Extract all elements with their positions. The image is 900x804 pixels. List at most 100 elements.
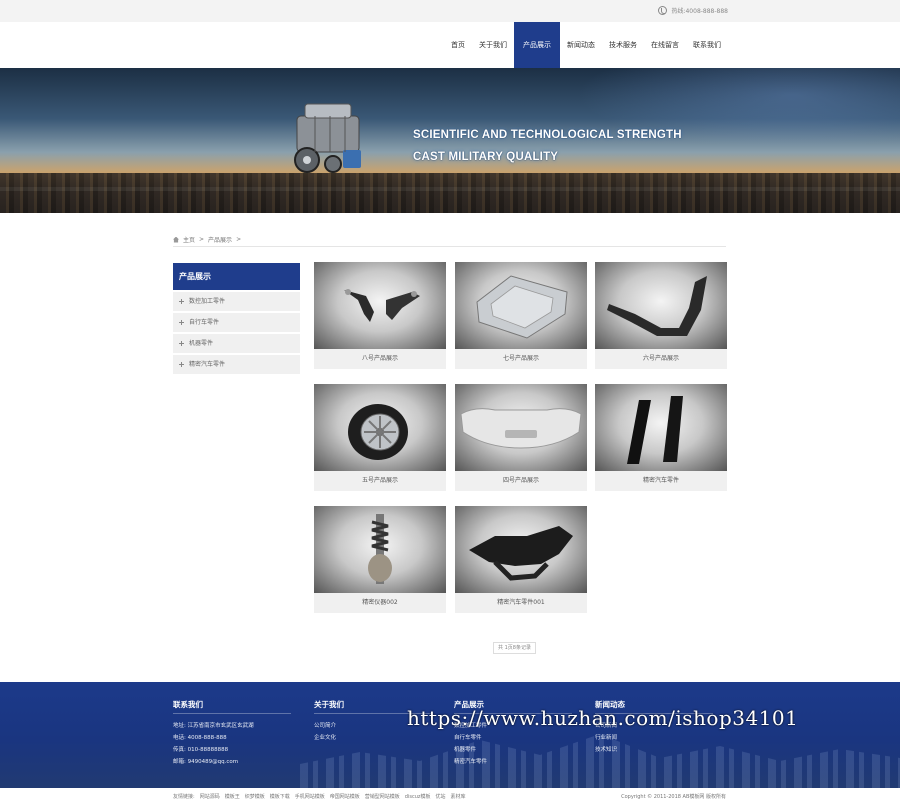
footer-contact: 联系我们 地址: 江苏省南京市玄武区玄武湖 电话: 4008-888-888 传… xyxy=(173,699,291,768)
bracket-rail-icon xyxy=(607,276,707,336)
breadcrumb-home[interactable]: 主页 xyxy=(183,235,195,244)
wheel-icon xyxy=(348,404,408,460)
subframe-icon xyxy=(469,526,573,581)
footer-link[interactable]: 行业新闻 xyxy=(595,732,713,744)
pagination-summary: 共 1页8条记录 xyxy=(493,642,536,654)
sidebar-item-machine-parts[interactable]: 机器零件 xyxy=(173,334,300,353)
product-name[interactable]: 五号产品展示 xyxy=(314,471,446,491)
product-name[interactable]: 六号产品展示 xyxy=(595,349,727,369)
sidebar-title: 产品展示 xyxy=(173,263,300,290)
banner-line-2: CAST MILITARY QUALITY xyxy=(413,151,559,163)
plus-icon xyxy=(179,341,184,346)
footer-fax: 传真: 010-88888888 xyxy=(173,747,229,753)
friend-link[interactable]: 织梦模板 xyxy=(245,793,265,800)
pillar-trim-icon xyxy=(627,396,683,464)
friend-link[interactable]: 优站 xyxy=(436,793,446,800)
sidebar-item-label: 精密汽车零件 xyxy=(189,361,226,368)
footer-link[interactable]: 精密汽车零件 xyxy=(454,756,572,768)
product-image[interactable] xyxy=(455,506,587,593)
friend-links: 友情链接: 网站源码 模板王 织梦模板 模板下载 手机网站模板 帝国网站模板 营… xyxy=(173,793,466,800)
friend-link[interactable]: 模板下载 xyxy=(270,793,290,800)
footer-link[interactable]: 自行车零件 xyxy=(454,732,572,744)
product-image[interactable] xyxy=(314,384,446,471)
product-name[interactable]: 八号产品展示 xyxy=(314,349,446,369)
sidebar-item-label: 机器零件 xyxy=(189,340,214,347)
hotline-text: 热线:4008-888-888 xyxy=(671,8,728,15)
footer-link[interactable]: 企业文化 xyxy=(314,732,432,744)
phone-icon xyxy=(658,6,668,15)
breadcrumb-separator: > xyxy=(199,236,205,243)
breadcrumb-current[interactable]: 产品展示 xyxy=(208,235,232,244)
body-panel-icon xyxy=(476,275,568,339)
nav-contact[interactable]: 联系我们 xyxy=(686,22,728,68)
shock-absorber-icon xyxy=(368,514,392,584)
product-card[interactable]: 六号产品展示 xyxy=(595,262,727,369)
product-card[interactable]: 精密汽车零件 xyxy=(595,384,727,491)
product-image[interactable] xyxy=(595,262,727,349)
product-card[interactable]: 七号产品展示 xyxy=(455,262,587,369)
product-image[interactable] xyxy=(314,506,446,593)
banner-line-1: SCIENTIFIC AND TECHNOLOGICAL STRENGTH xyxy=(413,129,682,141)
footer: 联系我们 地址: 江苏省南京市玄武区玄武湖 电话: 4008-888-888 传… xyxy=(0,682,900,788)
sidebar-item-label: 自行车零件 xyxy=(189,319,220,326)
product-image[interactable] xyxy=(595,384,727,471)
product-name[interactable]: 精密汽车零件 xyxy=(595,471,727,491)
copyright: Copyright © 2011-2018 AB模板网 版权所有 xyxy=(621,794,726,800)
suspension-arm-icon xyxy=(344,289,420,322)
plus-icon xyxy=(179,320,184,325)
nav-news[interactable]: 新闻动态 xyxy=(560,22,602,68)
friend-link[interactable]: 网站源码 xyxy=(200,793,220,800)
product-card[interactable]: 四号产品展示 xyxy=(455,384,587,491)
footer-link[interactable]: 机器零件 xyxy=(454,744,572,756)
engine-icon xyxy=(294,103,361,173)
footer-email: 邮箱: 9490489@qq.com xyxy=(173,759,239,765)
friend-link[interactable]: 帝国网站模板 xyxy=(330,793,360,800)
friend-link[interactable]: discuz模板 xyxy=(405,793,431,800)
top-bar: 热线:4008-888-888 xyxy=(0,0,900,22)
friend-link[interactable]: 模板王 xyxy=(225,793,240,800)
banner-slogan: SCIENTIFIC AND TECHNOLOGICAL STRENGTH CA… xyxy=(413,124,682,168)
hero-banner: SCIENTIFIC AND TECHNOLOGICAL STRENGTH CA… xyxy=(0,68,900,213)
header: 首页 关于我们 产品展示 新闻动态 技术服务 在线留言 联系我们 xyxy=(0,22,900,68)
plus-icon xyxy=(179,299,184,304)
product-card[interactable]: 精密仪器002 xyxy=(314,506,446,613)
nav-home[interactable]: 首页 xyxy=(444,22,472,68)
product-name[interactable]: 精密仪器002 xyxy=(314,593,446,613)
product-image[interactable] xyxy=(455,262,587,349)
footer-divider xyxy=(173,713,291,714)
watermark: https://www.huzhan.com/ishop34101 xyxy=(407,706,799,730)
nav-products[interactable]: 产品展示 xyxy=(514,22,560,68)
product-card[interactable]: 五号产品展示 xyxy=(314,384,446,491)
product-card[interactable]: 精密汽车零件001 xyxy=(455,506,587,613)
bottom-bar: 友情链接: 网站源码 模板王 织梦模板 模板下载 手机网站模板 帝国网站模板 营… xyxy=(0,788,900,804)
home-icon xyxy=(173,236,179,243)
breadcrumb: 主页 > 产品展示 > xyxy=(173,233,726,247)
sidebar-item-bicycle-parts[interactable]: 自行车零件 xyxy=(173,313,300,332)
nav-tech-service[interactable]: 技术服务 xyxy=(602,22,644,68)
nav-message[interactable]: 在线留言 xyxy=(644,22,686,68)
footer-contact-title: 联系我们 xyxy=(173,700,203,709)
sidebar-item-label: 数控加工零件 xyxy=(189,298,226,305)
category-sidebar: 产品展示 数控加工零件 自行车零件 机器零件 精密汽车零件 xyxy=(173,263,300,374)
product-image[interactable] xyxy=(455,384,587,471)
breadcrumb-separator: > xyxy=(236,236,242,243)
main-nav: 首页 关于我们 产品展示 新闻动态 技术服务 在线留言 联系我们 xyxy=(444,22,728,68)
hotline: 热线:4008-888-888 xyxy=(658,6,728,15)
footer-address: 地址: 江苏省南京市玄武区玄武湖 xyxy=(173,723,254,729)
bumper-icon xyxy=(460,408,582,449)
friend-links-label: 友情链接: xyxy=(173,794,195,800)
friend-link[interactable]: 素材库 xyxy=(451,793,466,800)
sidebar-item-auto-parts[interactable]: 精密汽车零件 xyxy=(173,355,300,374)
sidebar-item-cnc-parts[interactable]: 数控加工零件 xyxy=(173,292,300,311)
product-name[interactable]: 精密汽车零件001 xyxy=(455,593,587,613)
product-card[interactable]: 八号产品展示 xyxy=(314,262,446,369)
nav-about[interactable]: 关于我们 xyxy=(472,22,514,68)
footer-phone: 电话: 4008-888-888 xyxy=(173,735,227,741)
friend-link[interactable]: 手机网站模板 xyxy=(295,793,325,800)
product-image[interactable] xyxy=(314,262,446,349)
banner-city-lights xyxy=(0,173,900,213)
product-name[interactable]: 七号产品展示 xyxy=(455,349,587,369)
friend-link[interactable]: 营销型网站模板 xyxy=(365,793,400,800)
footer-link[interactable]: 技术知识 xyxy=(595,744,713,756)
product-name[interactable]: 四号产品展示 xyxy=(455,471,587,491)
